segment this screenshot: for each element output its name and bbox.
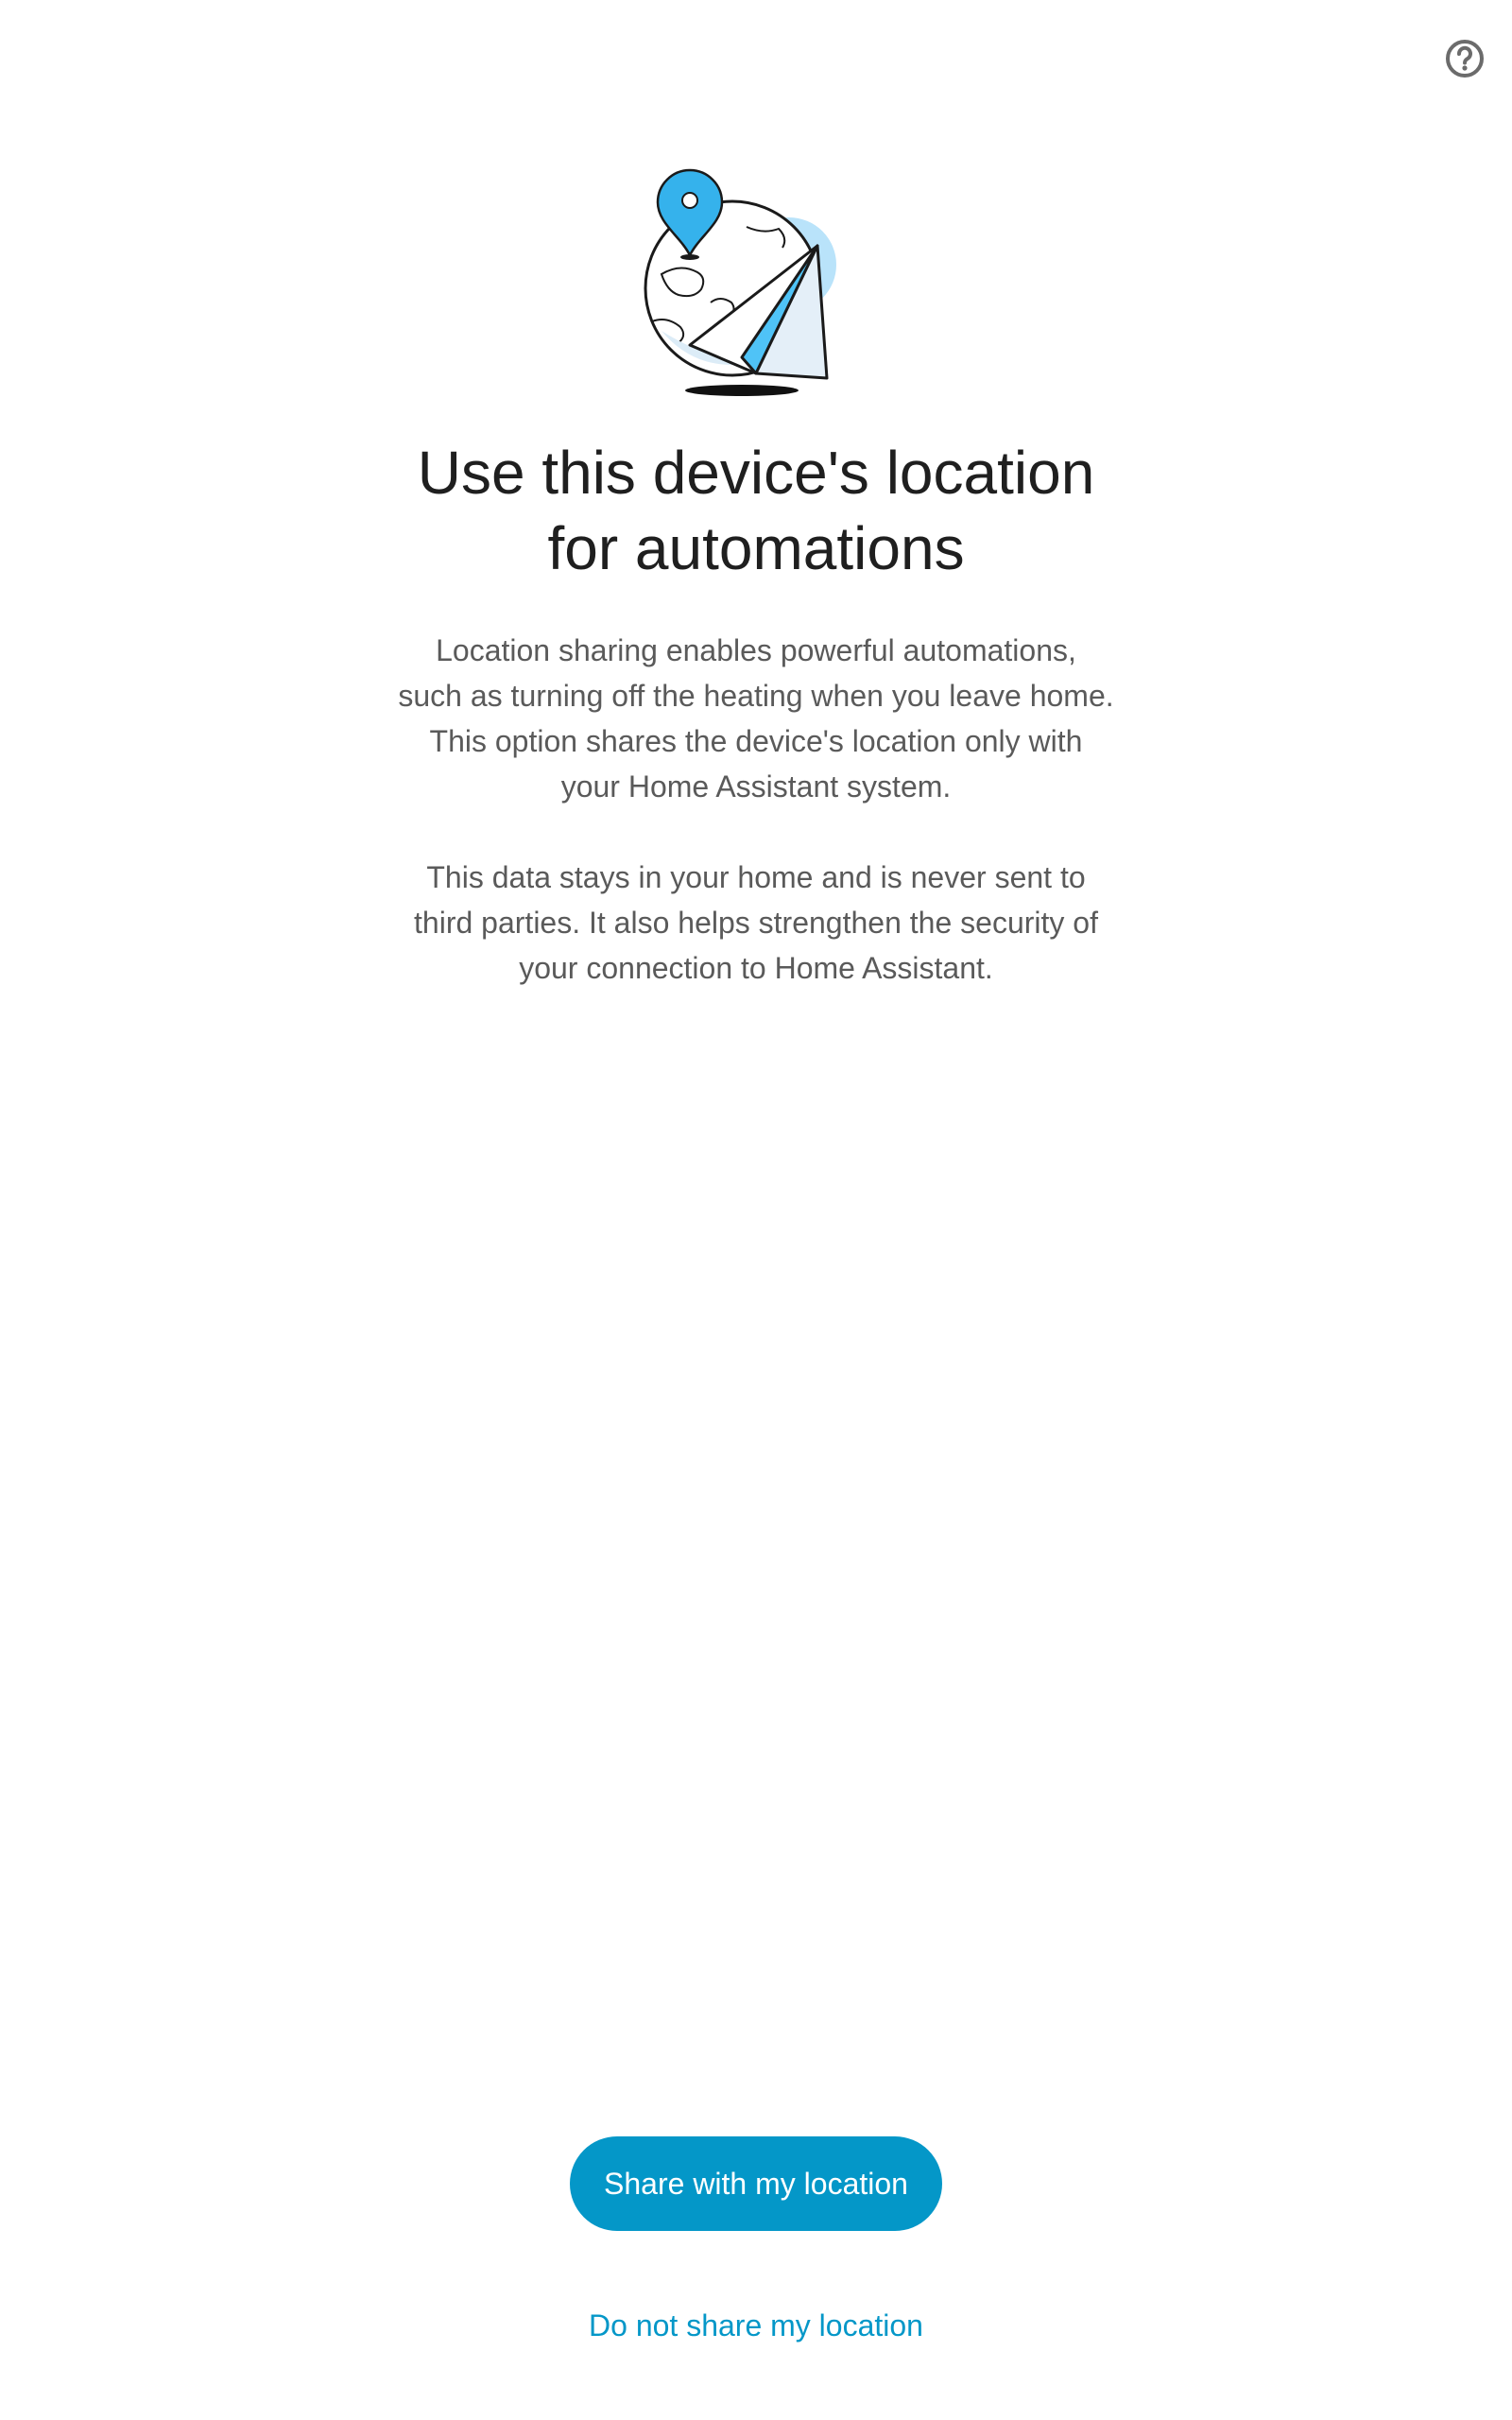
- help-button[interactable]: [1438, 34, 1491, 87]
- help-circle-icon: [1444, 38, 1486, 84]
- description-line: such as turning off the heating when you…: [398, 679, 1114, 713]
- description-paragraph: This data stays in your home and is neve…: [340, 855, 1172, 991]
- description-line: your connection to Home Assistant.: [519, 951, 993, 985]
- title-line: Use this device's location: [417, 439, 1095, 507]
- title-line: for automations: [547, 514, 965, 582]
- description-line: This option shares the device's location…: [429, 724, 1083, 758]
- globe-location-paper-plane-illustration: [624, 161, 860, 406]
- description-line: This data stays in your home and is neve…: [426, 860, 1086, 894]
- description-line: Location sharing enables powerful automa…: [436, 633, 1076, 667]
- description-line: your Home Assistant system.: [560, 769, 952, 804]
- page-title: Use this device's location for automatio…: [284, 435, 1228, 586]
- description: Location sharing enables powerful automa…: [340, 628, 1172, 1036]
- description-paragraph: Location sharing enables powerful automa…: [340, 628, 1172, 809]
- description-line: third parties. It also helps strengthen …: [414, 906, 1098, 940]
- share-location-button[interactable]: Share with my location: [570, 2136, 942, 2231]
- decline-location-button[interactable]: Do not share my location: [529, 2297, 983, 2354]
